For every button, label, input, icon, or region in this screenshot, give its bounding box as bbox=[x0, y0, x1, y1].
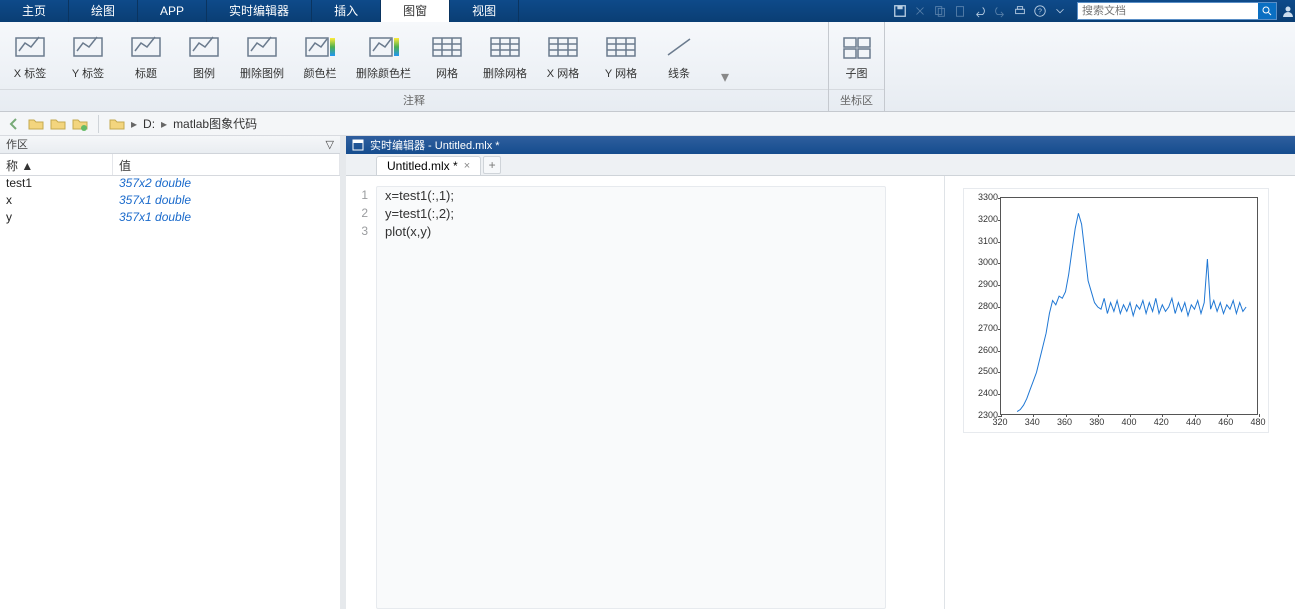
code-editor[interactable]: x=test1(:,1); y=test1(:,2); plot(x,y) bbox=[376, 186, 886, 609]
ribbon-item-5[interactable]: 颜色栏 bbox=[298, 35, 342, 81]
tab-liveeditor[interactable]: 实时编辑器 bbox=[207, 0, 312, 22]
quick-access-toolbar: ? bbox=[887, 0, 1073, 22]
ribbon-item-8[interactable]: 删除网格 bbox=[483, 35, 527, 81]
workspace-title: 作区 bbox=[6, 136, 28, 153]
user-icon[interactable] bbox=[1282, 5, 1294, 17]
ribbon-group-label-annot: 注释 bbox=[0, 89, 828, 111]
ribbon-item-11[interactable]: 线条 bbox=[657, 35, 701, 81]
folder-current-icon bbox=[109, 116, 125, 132]
tab-home[interactable]: 主页 bbox=[0, 0, 69, 22]
search-box[interactable] bbox=[1077, 2, 1277, 20]
save-icon[interactable] bbox=[893, 4, 907, 18]
add-tab-button[interactable]: + bbox=[483, 156, 501, 174]
back-icon[interactable] bbox=[6, 116, 22, 132]
editor-panel: 实时编辑器 - Untitled.mlx * Untitled.mlx * × … bbox=[346, 136, 1295, 609]
workspace-panel: 作区 ▽ 称 ▲ 值 test1357x2 doublex357x1 doubl… bbox=[0, 136, 346, 609]
workspace-col-name[interactable]: 称 ▲ bbox=[0, 154, 113, 175]
ribbon-item-3[interactable]: 图例 bbox=[182, 35, 226, 81]
path-bar: ▸ D: ▸ matlab图象代码 bbox=[0, 112, 1295, 136]
undo-icon[interactable] bbox=[973, 4, 987, 18]
print-icon[interactable] bbox=[1013, 4, 1027, 18]
path-drive[interactable]: D: bbox=[143, 117, 155, 131]
path-sep-1: ▸ bbox=[131, 117, 137, 131]
ribbon-item-10[interactable]: Y 网格 bbox=[599, 35, 643, 81]
paste-icon[interactable] bbox=[953, 4, 967, 18]
ribbon-item-9[interactable]: X 网格 bbox=[541, 35, 585, 81]
ribbon-overflow[interactable]: ▾ bbox=[715, 65, 735, 89]
search-input[interactable] bbox=[1078, 5, 1258, 17]
ribbon-item-2[interactable]: 标题 bbox=[124, 35, 168, 81]
redo-icon[interactable] bbox=[993, 4, 1007, 18]
file-tab-label: Untitled.mlx * bbox=[387, 159, 458, 173]
svg-text:?: ? bbox=[1038, 9, 1042, 16]
tab-plot[interactable]: 绘图 bbox=[69, 0, 138, 22]
workspace-row[interactable]: y357x1 double bbox=[0, 210, 340, 227]
close-tab-icon[interactable]: × bbox=[464, 160, 470, 172]
ribbon-item-7[interactable]: 网格 bbox=[425, 35, 469, 81]
path-folder[interactable]: matlab图象代码 bbox=[173, 115, 257, 132]
folder-open-icon[interactable] bbox=[72, 116, 88, 132]
workspace-col-value[interactable]: 值 bbox=[113, 154, 340, 175]
help-icon[interactable]: ? bbox=[1033, 4, 1047, 18]
folder-icon-1[interactable] bbox=[28, 116, 44, 132]
tab-app[interactable]: APP bbox=[138, 0, 207, 22]
copy-icon[interactable] bbox=[933, 4, 947, 18]
cut-icon[interactable] bbox=[913, 4, 927, 18]
dropdown-icon[interactable] bbox=[1053, 4, 1067, 18]
line-gutter: 123 bbox=[346, 186, 376, 609]
ribbon-group-label-axes: 坐标区 bbox=[829, 89, 884, 111]
workspace-menu-icon[interactable]: ▽ bbox=[326, 136, 334, 153]
editor-title-text: 实时编辑器 - Untitled.mlx * bbox=[370, 137, 500, 153]
ribbon-subplot[interactable]: 子图 bbox=[835, 35, 879, 81]
tab-view[interactable]: 视图 bbox=[450, 0, 519, 22]
tab-figure[interactable]: 图窗 bbox=[381, 0, 450, 22]
tab-insert[interactable]: 插入 bbox=[312, 0, 381, 22]
file-tab-untitled[interactable]: Untitled.mlx * × bbox=[376, 156, 481, 175]
folder-icon-2[interactable] bbox=[50, 116, 66, 132]
path-sep-2: ▸ bbox=[161, 117, 167, 131]
workspace-row[interactable]: x357x1 double bbox=[0, 193, 340, 210]
ribbon-item-4[interactable]: 删除图例 bbox=[240, 35, 284, 81]
search-go-button[interactable] bbox=[1258, 3, 1276, 19]
ribbon-item-1[interactable]: Y 标签 bbox=[66, 35, 110, 81]
workspace-row[interactable]: test1357x2 double bbox=[0, 176, 340, 193]
editor-window-icon bbox=[352, 139, 364, 151]
output-plot: 2300240025002600270028002900300031003200… bbox=[963, 188, 1269, 433]
ribbon: X 标签 Y 标签标题图例删除图例颜色栏删除颜色栏网格删除网格 X 网格 Y 网格线条… bbox=[0, 22, 1295, 112]
ribbon-item-6[interactable]: 删除颜色栏 bbox=[356, 35, 411, 81]
ribbon-item-0[interactable]: X 标签 bbox=[8, 35, 52, 81]
menu-tabs: 主页 绘图 APP 实时编辑器 插入 图窗 视图 ? bbox=[0, 0, 1295, 22]
